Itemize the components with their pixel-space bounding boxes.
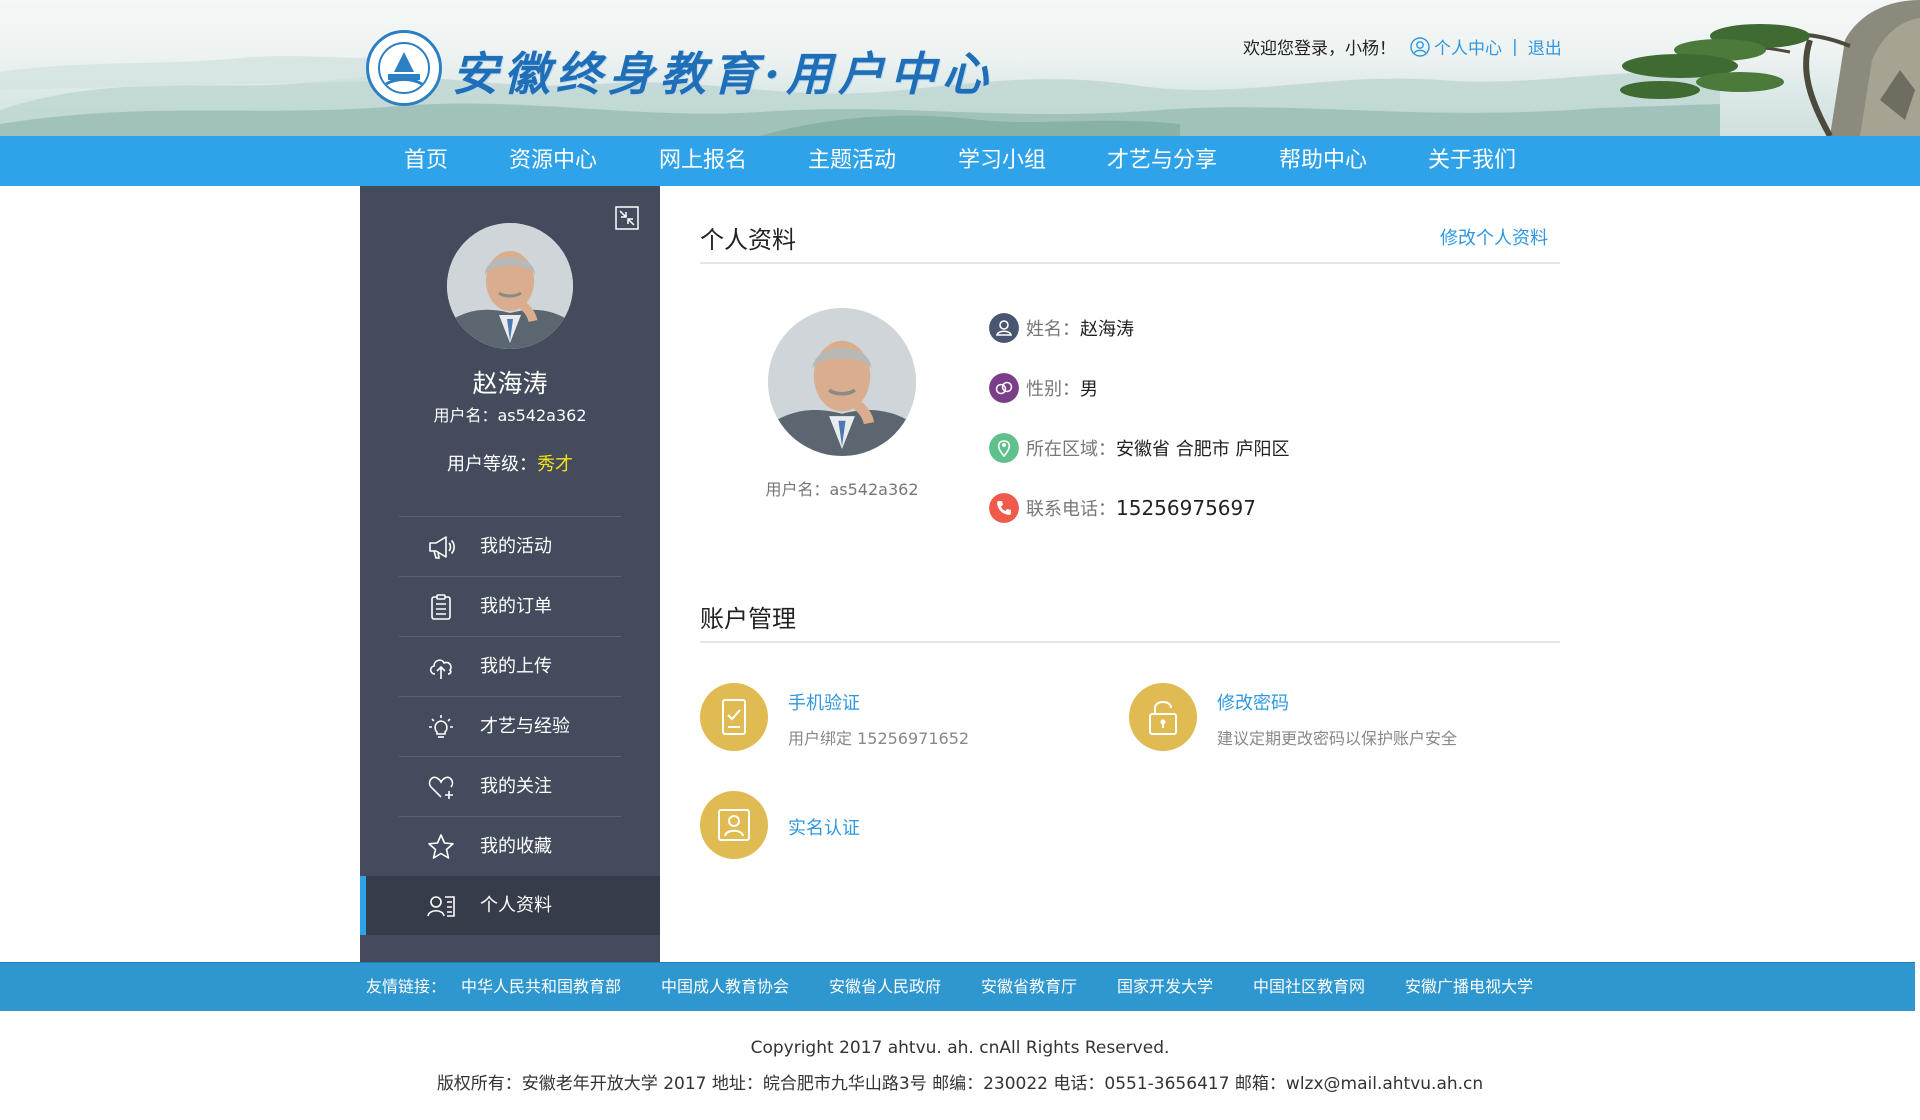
phone-icon	[989, 493, 1019, 523]
account-item-title[interactable]: 手机验证	[788, 689, 860, 715]
star-icon	[428, 834, 454, 859]
friend-link[interactable]: 安徽广播电视大学	[1405, 963, 1533, 1011]
lightbulb-icon	[429, 715, 453, 738]
copyright-text: Copyright 2017 ahtvu. ah. cnAll Rights R…	[750, 1038, 1170, 1058]
sidebar-item-orders[interactable]: 我的订单	[360, 577, 660, 636]
main-nav: 首页 资源中心 网上报名 主题活动 学习小组 才艺与分享 帮助中心 关于我们	[0, 136, 1920, 186]
phone-verify-button[interactable]	[700, 683, 768, 751]
site-logo[interactable]	[366, 30, 442, 106]
phone-verify-icon	[722, 699, 746, 735]
sidebar-user-name: 赵海涛	[472, 369, 548, 398]
header-separator: |	[1512, 36, 1518, 57]
profile-card-icon	[427, 896, 455, 917]
heart-plus-icon	[428, 776, 454, 799]
user-icon	[989, 313, 1019, 343]
sidebar-item-activities[interactable]: 我的活动	[360, 517, 660, 576]
address-text: 版权所有：安徽老年开放大学 2017 地址：皖合肥市九华山路3号 邮编：2300…	[436, 1074, 1484, 1094]
account-section-title: 账户管理	[700, 605, 796, 633]
location-icon	[989, 433, 1019, 463]
friend-links-label: 友情链接：	[366, 977, 447, 996]
friend-link[interactable]: 中国成人教育协会	[661, 963, 789, 1011]
site-title: 安徽终身教育·用户中心	[452, 47, 995, 101]
user-circle-icon[interactable]	[1410, 36, 1430, 57]
sidebar: 赵海涛 用户名：as542a362 用户等级：秀才 我的活动 我的订单 我的上传	[360, 186, 660, 962]
friend-link[interactable]: 安徽省人民政府	[829, 963, 941, 1011]
friend-link[interactable]: 中华人民共和国教育部	[461, 963, 621, 1011]
account-item-title[interactable]: 实名认证	[788, 814, 860, 840]
clipboard-icon	[431, 594, 451, 620]
welcome-text: 欢迎您登录，小杨！	[1243, 39, 1396, 59]
megaphone-icon	[429, 536, 455, 559]
field-value: 男	[1080, 379, 1098, 400]
profile-field-phone: 联系电话： 15256975697	[989, 492, 1256, 524]
friend-links-bar: 友情链接： 中华人民共和国教育部 中国成人教育协会 安徽省人民政府 安徽省教育厅…	[0, 962, 1915, 1011]
id-card-icon	[718, 809, 750, 841]
sidebar-item-profile[interactable]: 个人资料	[360, 876, 660, 935]
gender-icon	[989, 373, 1019, 403]
level-value: 秀才	[537, 454, 573, 475]
site-header: 安徽终身教育·用户中心 欢迎您登录，小杨！ 个人中心 | 退出	[0, 0, 1920, 136]
sidebar-item-label: 才艺与经验	[480, 716, 570, 737]
nav-item-activities[interactable]: 主题活动	[808, 136, 896, 186]
nav-item-help[interactable]: 帮助中心	[1279, 136, 1367, 186]
friend-link[interactable]: 安徽省教育厅	[981, 963, 1077, 1011]
user-status-bar: 欢迎您登录，小杨！ 个人中心 | 退出	[1243, 34, 1562, 60]
field-value: 赵海涛	[1080, 319, 1134, 340]
sidebar-item-label: 个人资料	[480, 895, 552, 916]
profile-field-gender: 性别：男	[989, 372, 1098, 404]
collapse-icon[interactable]	[615, 206, 639, 230]
edit-profile-link[interactable]: 修改个人资料	[1440, 224, 1548, 250]
account-item-subtitle: 用户绑定 15256971652	[788, 729, 970, 748]
sidebar-avatar[interactable]	[447, 223, 573, 349]
sidebar-item-uploads[interactable]: 我的上传	[360, 637, 660, 696]
nav-item-resources[interactable]: 资源中心	[509, 136, 597, 186]
profile-field-region: 所在区域： 安徽省 合肥市 庐阳区	[989, 432, 1289, 464]
field-label: 姓名：	[1026, 319, 1080, 340]
sidebar-item-label: 我的订单	[480, 596, 552, 617]
nav-item-study-groups[interactable]: 学习小组	[958, 136, 1046, 186]
section-divider	[700, 641, 1560, 643]
friend-link[interactable]: 国家开发大学	[1117, 963, 1213, 1011]
field-value: 安徽省 合肥市 庐阳区	[1116, 439, 1290, 460]
logout-link[interactable]: 退出	[1528, 34, 1562, 59]
field-value: 15256975697	[1116, 496, 1256, 520]
user-center-link[interactable]: 个人中心	[1434, 34, 1502, 59]
profile-field-name: 姓名： 赵海涛	[989, 312, 1134, 344]
sidebar-item-label: 我的收藏	[480, 836, 552, 857]
lock-icon	[1149, 701, 1177, 735]
friend-link[interactable]: 中国社区教育网	[1253, 963, 1365, 1011]
sidebar-item-label: 我的上传	[480, 656, 552, 677]
cloud-upload-icon	[429, 659, 452, 679]
real-name-auth-button[interactable]	[700, 791, 768, 859]
sidebar-item-talent-experience[interactable]: 才艺与经验	[360, 697, 660, 756]
sidebar-item-label: 我的活动	[480, 536, 552, 557]
sidebar-item-favorites[interactable]: 我的收藏	[360, 817, 660, 876]
sidebar-user-level: 用户等级：秀才	[360, 450, 660, 476]
nav-item-registration[interactable]: 网上报名	[659, 136, 747, 186]
sidebar-username: 用户名：as542a362	[433, 406, 587, 425]
field-label: 联系电话：	[1026, 499, 1116, 520]
profile-section-title: 个人资料	[700, 226, 796, 254]
account-item-title[interactable]: 修改密码	[1217, 689, 1289, 715]
level-label: 用户等级：	[447, 454, 537, 475]
nav-item-home[interactable]: 首页	[404, 136, 448, 186]
sidebar-item-follows[interactable]: 我的关注	[360, 757, 660, 816]
profile-avatar	[768, 308, 916, 456]
field-label: 性别：	[1026, 379, 1080, 400]
section-divider	[700, 262, 1560, 264]
field-label: 所在区域：	[1026, 439, 1116, 460]
account-item-subtitle: 建议定期更改密码以保护账户安全	[1217, 729, 1458, 748]
nav-item-talent-share[interactable]: 才艺与分享	[1107, 136, 1217, 186]
sidebar-item-label: 我的关注	[480, 776, 552, 797]
nav-item-about[interactable]: 关于我们	[1428, 136, 1516, 186]
profile-username: 用户名：as542a362	[765, 480, 919, 499]
change-password-button[interactable]	[1129, 683, 1197, 751]
